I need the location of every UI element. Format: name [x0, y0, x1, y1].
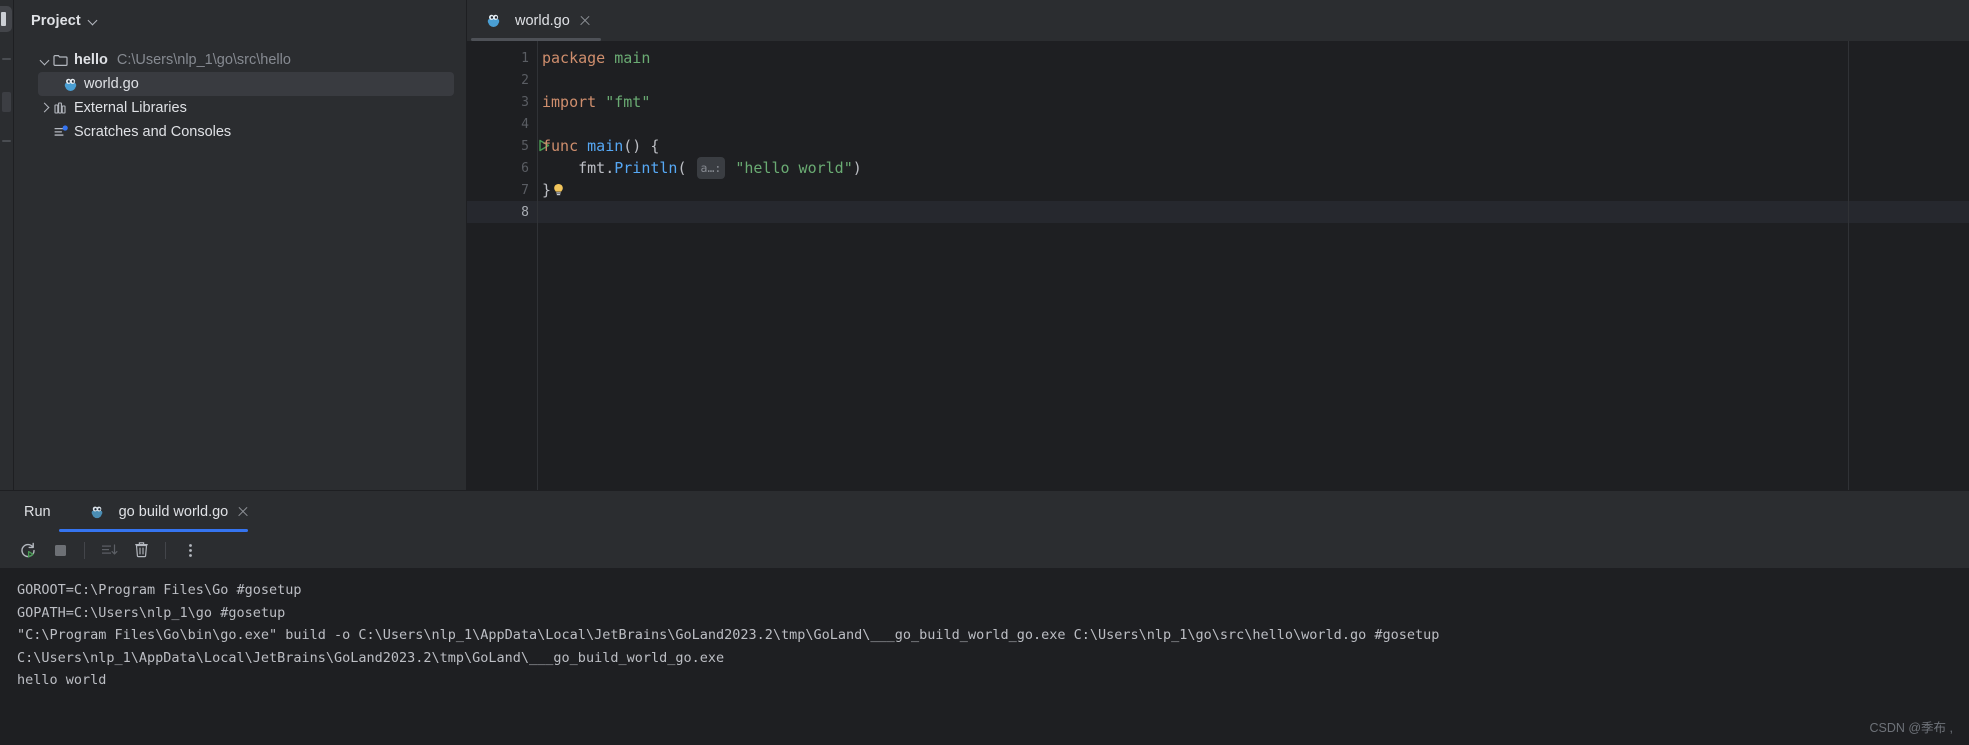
toolbar-divider — [165, 541, 166, 559]
code-line-6: fmt.Println( a…: "hello world") — [538, 157, 1969, 179]
upper-region: Project hello C:\Users\nlp_1\go\src\hell… — [0, 0, 1969, 490]
line-number-text: 5 — [521, 138, 529, 154]
editor-tab-label: world.go — [515, 12, 570, 29]
token-keyword: func — [542, 137, 579, 155]
project-tool-window-button[interactable] — [0, 6, 12, 32]
token-string: "fmt" — [605, 93, 651, 111]
trash-icon[interactable] — [127, 537, 155, 563]
token-punct: () { — [623, 137, 660, 155]
console-line: "C:\Program Files\Go\bin\go.exe" build -… — [17, 627, 1440, 643]
code-line-1: package main — [538, 47, 1969, 69]
token-keyword: package — [542, 49, 606, 67]
stripe-tick — [2, 92, 11, 112]
intention-bulb-icon[interactable] — [552, 182, 565, 197]
go-file-icon — [89, 503, 106, 520]
console-line: GOPATH=C:\Users\nlp_1\go #gosetup — [17, 604, 286, 621]
editor-area: world.go 1 2 3 4 5 6 7 8 package main im… — [467, 0, 1969, 490]
run-tab-go-build-world-go[interactable]: go build world.go — [58, 491, 259, 532]
rerun-icon[interactable] — [14, 537, 42, 563]
code-editor[interactable]: 1 2 3 4 5 6 7 8 package main import "fmt… — [467, 41, 1969, 490]
tree-item-world-go[interactable]: world.go — [38, 72, 454, 96]
go-file-icon — [62, 76, 79, 93]
toolbar-divider — [84, 541, 85, 559]
tree-item-label: world.go — [84, 76, 139, 92]
token-package-name: main — [614, 49, 651, 67]
console-line: C:\Users\nlp_1\AppData\Local\JetBrains\G… — [17, 649, 725, 666]
left-tool-stripe[interactable] — [0, 0, 14, 490]
code-line-3: import "fmt" — [538, 91, 1969, 113]
code-line-8 — [538, 201, 1969, 223]
stripe-tick — [2, 140, 11, 142]
token-keyword: import — [542, 93, 597, 111]
token-function-name: main — [587, 137, 624, 155]
run-panel-label: Run — [24, 503, 51, 520]
tree-item-label: External Libraries — [74, 100, 187, 116]
chevron-right-icon[interactable] — [38, 101, 52, 115]
project-tool-window: Project hello C:\Users\nlp_1\go\src\hell… — [14, 0, 467, 490]
scroll-to-end-icon[interactable] — [95, 537, 123, 563]
watermark: CSDN @季布 , — [1869, 721, 1953, 735]
stripe-tick — [2, 58, 11, 60]
editor-tab-bar: world.go — [467, 0, 1969, 41]
editor-gutter[interactable]: 1 2 3 4 5 6 7 8 — [467, 41, 550, 490]
tree-item-path: C:\Users\nlp_1\go\src\hello — [116, 52, 291, 68]
folder-icon — [52, 52, 69, 69]
console-line: GOROOT=C:\Program Files\Go #gosetup — [17, 582, 302, 598]
library-icon — [52, 100, 69, 117]
run-console-output[interactable]: GOROOT=C:\Program Files\Go #gosetup GOPA… — [0, 568, 1969, 745]
code-line-5: func main() { — [538, 135, 1969, 157]
run-tab-label: go build world.go — [118, 503, 229, 520]
line-number: 3 — [521, 94, 529, 110]
line-number: 2 — [521, 72, 529, 88]
token-receiver: fmt. — [542, 159, 615, 177]
parameter-hint-chip[interactable]: a…: — [696, 157, 726, 179]
go-file-icon — [485, 12, 502, 29]
tree-item-scratches-and-consoles[interactable]: Scratches and Consoles — [14, 120, 466, 144]
page-title: Project — [31, 12, 81, 29]
chevron-down-icon[interactable] — [38, 53, 52, 67]
project-panel-header[interactable]: Project — [14, 0, 466, 41]
project-tree: hello C:\Users\nlp_1\go\src\hello world.… — [14, 41, 466, 144]
goland-window: Project hello C:\Users\nlp_1\go\src\hell… — [0, 0, 1969, 745]
tree-item-hello[interactable]: hello C:\Users\nlp_1\go\src\hello — [14, 48, 466, 72]
chevron-down-icon[interactable] — [88, 15, 99, 26]
token-punct: } — [542, 181, 552, 199]
run-tab-bar: Run go build world.go — [0, 491, 1969, 532]
stop-icon[interactable] — [46, 537, 74, 563]
run-tool-window: Run go build world.go GOROOT=C:\Program … — [0, 490, 1969, 745]
code-content[interactable]: package main import "fmt" func main() { … — [537, 41, 1969, 490]
line-number: 6 — [521, 160, 529, 176]
run-toolbar — [0, 532, 1969, 568]
token-function-name: Println — [614, 159, 678, 177]
tree-item-label: Scratches and Consoles — [74, 124, 232, 140]
token-string: "hello world" — [735, 159, 853, 177]
scratches-icon — [52, 124, 69, 141]
line-number-with-run-icon: 5 — [467, 135, 550, 157]
editor-tab-world-go[interactable]: world.go — [467, 0, 605, 41]
line-number: 1 — [521, 50, 529, 66]
tree-item-external-libraries[interactable]: External Libraries — [14, 96, 466, 120]
line-number: 4 — [521, 116, 529, 132]
token-punct: ) — [852, 159, 862, 177]
line-number: 7 — [521, 182, 529, 198]
close-icon[interactable] — [578, 14, 592, 28]
close-icon[interactable] — [236, 505, 250, 519]
editor-right-separator — [1848, 41, 1849, 490]
line-number-current: 8 — [467, 201, 537, 223]
console-line: hello world — [17, 672, 107, 688]
tree-item-label: hello — [74, 52, 108, 68]
token-punct: ( — [677, 159, 696, 177]
code-line-7: } — [538, 179, 1969, 201]
more-vertical-icon[interactable] — [176, 537, 204, 563]
